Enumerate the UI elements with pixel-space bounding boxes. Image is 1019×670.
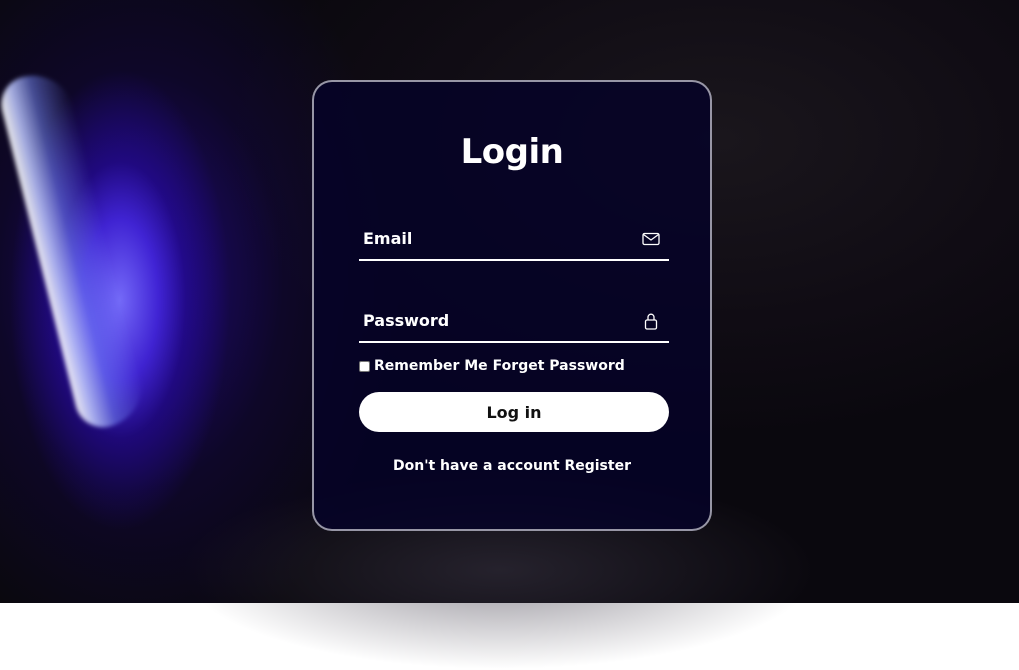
password-input[interactable] xyxy=(359,299,629,341)
login-options: Remember Me Forget Password xyxy=(359,356,679,376)
lock-icon xyxy=(641,311,661,331)
password-field-wrapper xyxy=(359,299,669,343)
remember-me-label[interactable]: Remember Me xyxy=(374,358,488,374)
register-prompt: Don't have a account xyxy=(393,458,560,474)
mail-icon xyxy=(641,229,661,249)
email-field-wrapper xyxy=(359,217,669,261)
remember-me-checkbox[interactable] xyxy=(359,360,370,372)
register-link[interactable]: Register xyxy=(564,458,631,474)
register-line: Don't have a account Register xyxy=(314,458,710,474)
login-card: Login Remember Me Forget Password Log in… xyxy=(312,80,712,531)
forget-password-link[interactable]: Forget Password xyxy=(493,358,625,374)
login-button[interactable]: Log in xyxy=(359,392,669,432)
email-input[interactable] xyxy=(359,217,629,259)
headlight-glow xyxy=(0,66,151,434)
login-title: Login xyxy=(460,132,564,172)
